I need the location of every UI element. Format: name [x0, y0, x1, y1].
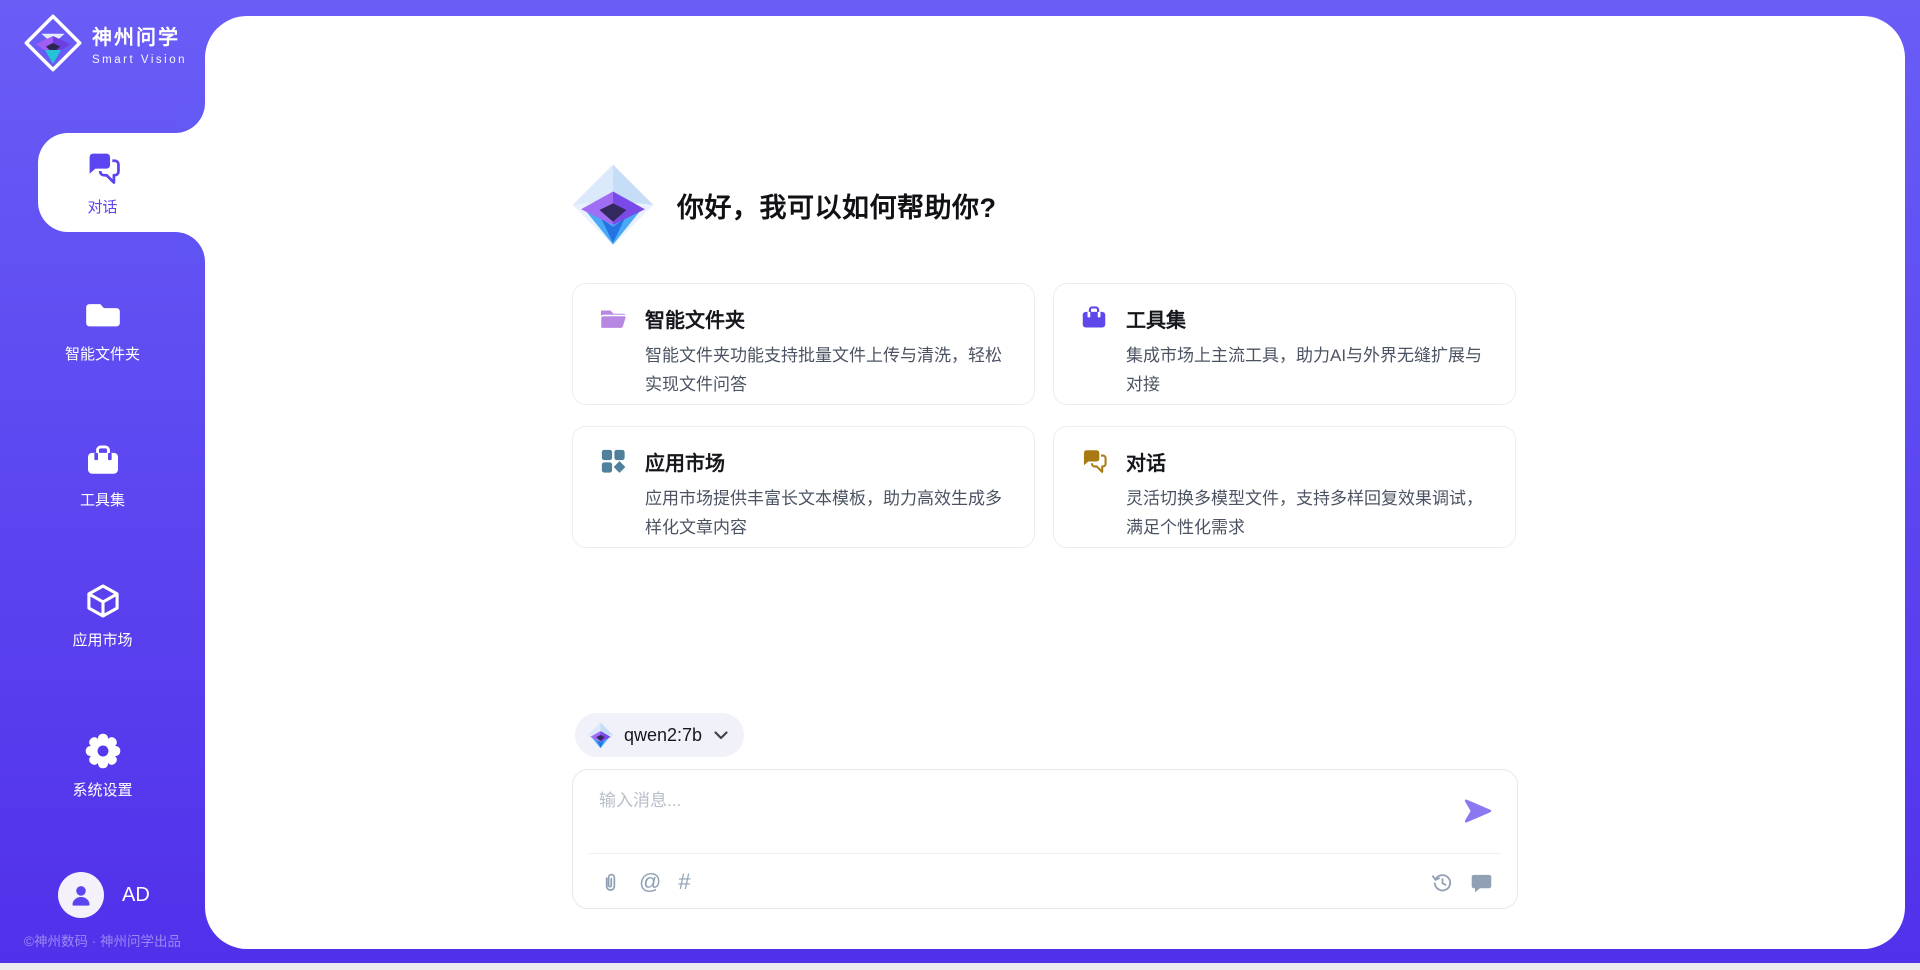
hash-icon[interactable]: # — [678, 870, 690, 894]
greeting-text: 你好，我可以如何帮助你? — [677, 186, 997, 225]
active-tab-fillet-bottom — [175, 232, 205, 262]
bottom-edge-strip — [0, 963, 1920, 970]
user-avatar-icon — [66, 880, 96, 910]
chat-bubble-icon[interactable] — [1470, 871, 1493, 894]
sidebar-item-label: 对话 — [87, 196, 117, 217]
active-tab-fillet-top — [175, 103, 205, 133]
composer-toolbar: @ # — [599, 854, 1493, 910]
sidebar-footer: ©神州数码 · 神州问学出品 — [0, 930, 205, 950]
sidebar-item-label: 智能文件夹 — [65, 343, 140, 364]
brand-name: 神州问学 — [92, 21, 187, 50]
brand-subtitle: Smart Vision — [92, 54, 187, 66]
open-folder-icon — [598, 303, 628, 333]
model-name: qwen2:7b — [624, 725, 702, 746]
sidebar-item-label: 应用市场 — [72, 629, 132, 650]
app-grid-icon — [598, 446, 628, 476]
card-description: 应用市场提供丰富长文本模板，助力高效生成多样化文章内容 — [645, 484, 1011, 542]
card-title: 智能文件夹 — [645, 304, 745, 333]
greeting-section: 你好，我可以如何帮助你? — [571, 163, 997, 247]
folder-icon — [83, 295, 123, 335]
avatar — [58, 872, 104, 918]
card-app-market[interactable]: 应用市场 应用市场提供丰富长文本模板，助力高效生成多样化文章内容 — [572, 426, 1035, 548]
card-description: 灵活切换多模型文件，支持多样回复效果调试，满足个性化需求 — [1126, 484, 1492, 542]
card-title: 对话 — [1126, 447, 1166, 476]
user-name: AD — [122, 884, 150, 907]
sidebar: 神州问学 Smart Vision 对话 智能文件夹 工具集 应用市场 系统设置… — [0, 0, 205, 970]
cube-icon — [83, 581, 123, 621]
card-description: 智能文件夹功能支持批量文件上传与清洗，轻松实现文件问答 — [645, 341, 1011, 399]
card-title: 工具集 — [1126, 304, 1186, 333]
user-account[interactable]: AD — [58, 872, 150, 918]
briefcase-icon — [1079, 303, 1109, 333]
sidebar-item-chat[interactable]: 对话 — [0, 133, 205, 232]
gear-icon — [83, 731, 123, 771]
at-icon[interactable]: @ — [639, 870, 661, 894]
paperclip-icon[interactable] — [599, 871, 622, 894]
card-title: 应用市场 — [645, 447, 725, 476]
app-logo-icon — [571, 163, 655, 247]
chevron-down-icon — [714, 731, 728, 740]
card-toolset[interactable]: 工具集 集成市场上主流工具，助力AI与外界无缝扩展与对接 — [1053, 283, 1516, 405]
card-description: 集成市场上主流工具，助力AI与外界无缝扩展与对接 — [1126, 341, 1492, 399]
model-logo-icon — [587, 722, 614, 749]
sidebar-item-settings[interactable]: 系统设置 — [0, 724, 205, 806]
sidebar-item-label: 系统设置 — [72, 779, 132, 800]
chat-icon — [83, 148, 123, 188]
sidebar-item-toolset[interactable]: 工具集 — [0, 434, 205, 516]
model-selector[interactable]: qwen2:7b — [575, 713, 744, 757]
brand-logo-icon — [24, 14, 82, 72]
main-content-panel: 你好，我可以如何帮助你? 智能文件夹 智能文件夹功能支持批量文件上传与清洗，轻松… — [205, 16, 1905, 949]
chat-icon — [1079, 446, 1109, 476]
sidebar-item-label: 工具集 — [80, 489, 125, 510]
sidebar-item-app-market[interactable]: 应用市场 — [0, 574, 205, 656]
brand: 神州问学 Smart Vision — [24, 14, 187, 72]
card-chat[interactable]: 对话 灵活切换多模型文件，支持多样回复效果调试，满足个性化需求 — [1053, 426, 1516, 548]
feature-cards: 智能文件夹 智能文件夹功能支持批量文件上传与清洗，轻松实现文件问答 工具集 集成… — [572, 283, 1516, 548]
message-input[interactable] — [599, 786, 1439, 842]
message-composer: @ # — [572, 769, 1518, 909]
send-icon[interactable] — [1463, 796, 1493, 826]
card-smart-folder[interactable]: 智能文件夹 智能文件夹功能支持批量文件上传与清洗，轻松实现文件问答 — [572, 283, 1035, 405]
briefcase-icon — [83, 441, 123, 481]
sidebar-item-smart-folder[interactable]: 智能文件夹 — [0, 288, 205, 370]
history-icon[interactable] — [1431, 871, 1454, 894]
